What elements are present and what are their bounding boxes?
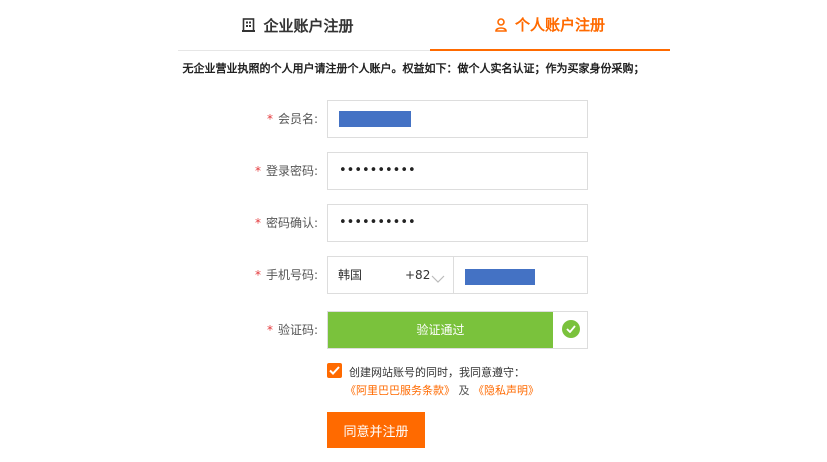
agree-and-register-button[interactable]: 同意并注册 xyxy=(327,412,425,448)
phone-field: 韩国 +82 xyxy=(327,256,588,294)
password-value: •••••••••• xyxy=(339,163,416,178)
member-name-input[interactable] xyxy=(327,100,588,138)
password-label: * 登录密码: xyxy=(254,164,318,178)
member-name-row: * 会员名: xyxy=(0,100,827,138)
chevron-down-icon xyxy=(431,269,445,288)
account-type-tabs: 企业账户注册 个人账户注册 xyxy=(178,0,670,51)
user-icon xyxy=(495,17,507,32)
tab-company-account[interactable]: 企业账户注册 xyxy=(178,0,418,50)
tab-personal-label: 个人账户注册 xyxy=(514,16,605,34)
captcha-label: * 验证码: xyxy=(266,323,318,337)
redacted-member-name xyxy=(339,111,411,127)
confirm-password-value: •••••••••• xyxy=(339,215,416,230)
confirm-password-row: * 密码确认: •••••••••• xyxy=(0,204,827,242)
password-row: * 登录密码: •••••••••• xyxy=(0,152,827,190)
agreement-conjunction: 及 xyxy=(458,384,470,397)
terms-of-service-link[interactable]: 《阿里巴巴服务条款》 xyxy=(345,384,455,397)
phone-row: * 手机号码: 韩国 +82 xyxy=(0,256,827,294)
confirm-password-label: * 密码确认: xyxy=(254,216,318,230)
captcha-row: * 验证码: 验证通过 xyxy=(0,311,827,349)
tab-personal-account[interactable]: 个人账户注册 xyxy=(430,0,670,51)
personal-account-notice: 无企业营业执照的个人用户请注册个人账户。权益如下：做个人实名认证；作为买家身份采… xyxy=(182,62,645,75)
required-mark: * xyxy=(254,164,261,178)
member-name-label: * 会员名: xyxy=(266,112,318,126)
required-mark: * xyxy=(254,216,261,230)
confirm-password-input[interactable]: •••••••••• xyxy=(327,204,588,242)
required-mark: * xyxy=(266,323,273,337)
building-icon xyxy=(242,18,256,32)
agreement-text: 创建网站账号的同时，我同意遵守： xyxy=(349,366,525,379)
check-circle-icon xyxy=(562,320,580,338)
agree-checkbox[interactable] xyxy=(327,363,342,378)
redacted-phone-number xyxy=(465,269,535,285)
required-mark: * xyxy=(254,268,261,282)
tab-company-label: 企业账户注册 xyxy=(263,16,354,35)
country-name: 韩国 xyxy=(338,268,363,282)
country-code-select[interactable]: 韩国 +82 xyxy=(328,257,454,293)
captcha-status: 验证通过 xyxy=(328,312,553,348)
password-input[interactable]: •••••••••• xyxy=(327,152,588,190)
phone-label: * 手机号码: xyxy=(254,268,318,282)
phone-number-input[interactable] xyxy=(454,257,587,293)
captcha-slider[interactable]: 验证通过 xyxy=(327,311,588,349)
checkmark-icon xyxy=(329,366,340,375)
country-dial-code: +82 xyxy=(405,268,431,282)
required-mark: * xyxy=(266,112,273,126)
agreement-links: 《阿里巴巴服务条款》 及 《隐私声明》 xyxy=(345,382,539,398)
privacy-policy-link[interactable]: 《隐私声明》 xyxy=(473,384,539,397)
